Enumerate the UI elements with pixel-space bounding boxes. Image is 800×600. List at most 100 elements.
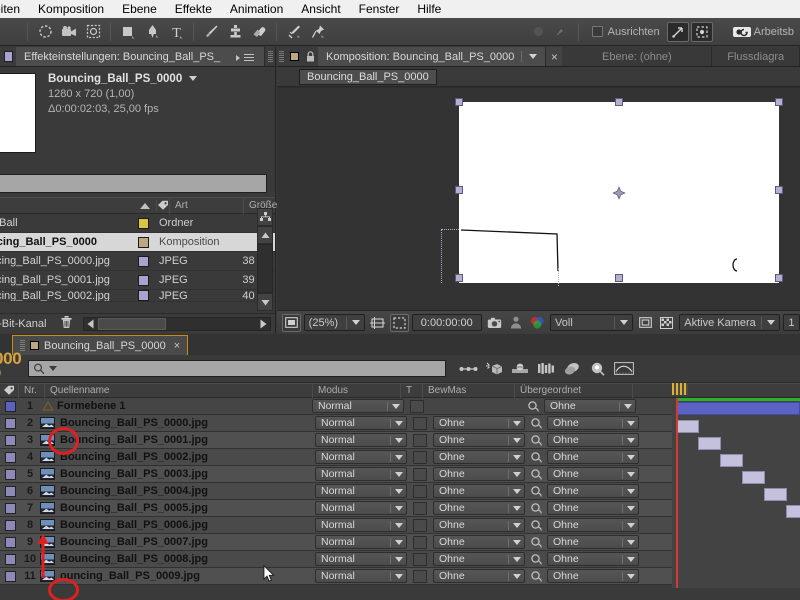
snapping-magnet-icon[interactable] — [550, 22, 572, 42]
chevron-down-icon[interactable] — [395, 471, 403, 477]
preserve-transparency-checkbox[interactable] — [413, 501, 427, 515]
selection-handle-ml[interactable] — [455, 186, 463, 194]
chevron-down-icon[interactable] — [513, 573, 521, 579]
column-uebergeordnet[interactable]: Übergeordnet — [514, 383, 632, 398]
layer-color-swatch[interactable] — [5, 570, 16, 582]
project-column-art[interactable]: Art — [169, 197, 243, 214]
hide-shy-layers-icon[interactable] — [562, 360, 582, 378]
selection-handle-tc[interactable] — [615, 98, 623, 106]
timeline-search-input[interactable] — [28, 360, 446, 377]
layer-parent-select[interactable]: Ohne — [547, 501, 639, 515]
chevron-down-icon[interactable] — [395, 522, 403, 528]
layer-blend-mode-select[interactable]: Normal — [315, 518, 407, 532]
project-row[interactable]: ncing_Ball_PS_0001.jpg JPEG 39 K — [0, 271, 275, 290]
layer-color-swatch[interactable] — [5, 485, 16, 497]
snap-to-icon[interactable] — [666, 21, 689, 42]
layer-name[interactable]: Bouncing_Ball_PS_0002.jpg — [59, 451, 311, 463]
tab-flussdiagramm[interactable]: Flussdiagra — [712, 47, 800, 66]
layer-name[interactable]: Formebene 1 — [56, 400, 308, 412]
selection-handle-bl[interactable] — [455, 274, 463, 282]
puppet-pin-icon[interactable] — [307, 22, 329, 42]
region-of-interest-icon[interactable] — [82, 22, 104, 42]
chevron-down-icon[interactable] — [395, 488, 403, 494]
chevron-down-icon[interactable] — [624, 403, 632, 409]
layer-color-swatch[interactable] — [5, 502, 16, 514]
parent-pickwhip-icon[interactable] — [529, 535, 543, 549]
menu-item-ebene[interactable]: Ebene — [113, 0, 166, 18]
layer-parent-select[interactable]: Ohne — [547, 433, 639, 447]
layer-track-matte-select[interactable]: Ohne — [433, 501, 525, 515]
layer-color-swatch[interactable] — [5, 451, 16, 463]
roto-brush-icon[interactable] — [283, 22, 305, 42]
scroll-right-button[interactable] — [256, 319, 270, 329]
work-area-bar[interactable] — [676, 398, 800, 401]
preserve-transparency-checkbox[interactable] — [413, 569, 427, 583]
chevron-down-icon[interactable] — [627, 437, 635, 443]
layer-blend-mode-select[interactable]: Normal — [315, 433, 407, 447]
preserve-transparency-checkbox[interactable] — [413, 467, 427, 481]
toggle-transparency-checker-icon[interactable] — [658, 314, 677, 332]
parent-pickwhip-icon[interactable] — [529, 433, 543, 447]
layer-parent-select[interactable]: Ohne — [547, 467, 639, 481]
parent-pickwhip-icon[interactable] — [529, 501, 543, 515]
layer-parent-select[interactable]: Ohne — [547, 416, 639, 430]
chevron-down-icon[interactable] — [513, 522, 521, 528]
chevron-down-icon[interactable] — [513, 454, 521, 460]
chevron-down-icon[interactable] — [395, 454, 403, 460]
chevron-down-icon[interactable] — [513, 505, 521, 511]
chevron-down-icon[interactable] — [627, 539, 635, 545]
graph-curve-icon[interactable] — [614, 360, 634, 378]
region-of-interest-toggle-icon[interactable] — [368, 314, 387, 332]
pen-tool-icon[interactable] — [141, 22, 163, 42]
toggle-transparency-grid-icon[interactable] — [282, 313, 301, 332]
chevron-down-icon[interactable] — [619, 320, 628, 325]
lock-icon[interactable] — [302, 47, 318, 66]
label-tag-icon[interactable] — [156, 200, 169, 211]
scroll-down-button[interactable] — [257, 293, 273, 311]
chevron-down-icon[interactable] — [395, 437, 403, 443]
layer-color-swatch[interactable] — [5, 519, 16, 531]
column-nr[interactable]: Nr. — [18, 383, 44, 398]
chevron-down-icon[interactable] — [627, 556, 635, 562]
menu-item-bearbeiten[interactable]: eiten — [0, 0, 29, 18]
preserve-transparency-checkbox[interactable] — [413, 518, 427, 532]
layer-name[interactable]: Bouncing_Ball_PS_0007.jpg — [59, 536, 311, 548]
layer-color-swatch[interactable] — [5, 434, 16, 446]
brainstorm-icon[interactable] — [588, 360, 608, 378]
preserve-transparency-checkbox[interactable] — [413, 535, 427, 549]
work-area-start-marker[interactable] — [672, 383, 688, 395]
tab-ebene[interactable]: Ebene: (ohne) — [562, 47, 713, 66]
layer-parent-select[interactable]: Ohne — [547, 450, 639, 464]
parent-pickwhip-icon[interactable] — [529, 450, 543, 464]
preserve-transparency-checkbox[interactable] — [410, 399, 424, 413]
layer-blend-mode-select[interactable]: Normal — [315, 416, 407, 430]
3d-renderer-icon[interactable] — [484, 360, 504, 378]
layer-color-swatch[interactable] — [5, 417, 16, 429]
selection-handle-tr[interactable] — [775, 98, 783, 106]
chevron-down-icon[interactable] — [395, 573, 403, 579]
preserve-transparency-checkbox[interactable] — [413, 484, 427, 498]
layer-blend-mode-select[interactable]: Normal — [312, 399, 404, 413]
layer-blend-mode-select[interactable]: Normal — [315, 484, 407, 498]
layer-color-swatch[interactable] — [5, 468, 16, 480]
chevron-down-icon[interactable] — [513, 437, 521, 443]
rotate-tool-icon[interactable] — [34, 22, 56, 42]
layer-parent-select[interactable]: Ohne — [547, 552, 639, 566]
chevron-down-icon[interactable] — [627, 505, 635, 511]
layer-name[interactable]: Bouncing_Ball_PS_0004.jpg — [59, 485, 311, 497]
layer-blend-mode-select[interactable]: Normal — [315, 569, 407, 583]
label-tag-icon[interactable] — [0, 385, 18, 396]
hierarchy-icon[interactable] — [257, 208, 273, 226]
chevron-down-icon[interactable] — [395, 539, 403, 545]
parent-pickwhip-icon[interactable] — [529, 467, 543, 481]
scroll-thumb[interactable] — [98, 317, 167, 330]
resolution-select[interactable]: Voll — [550, 314, 633, 331]
layer-track-matte-select[interactable]: Ohne — [433, 569, 525, 583]
preserve-transparency-checkbox[interactable] — [413, 552, 427, 566]
tab-effect-controls[interactable]: Effekteinstellungen: Bouncing_Ball_PS_ — [16, 47, 265, 66]
timeline-current-timecode[interactable]: 000 s) — [0, 349, 22, 377]
selection-handle-mr[interactable] — [775, 186, 783, 194]
preserve-transparency-checkbox[interactable] — [413, 433, 427, 447]
tab-dropdown-icon[interactable] — [529, 54, 538, 59]
project-vertical-scrollbar[interactable] — [257, 208, 273, 311]
